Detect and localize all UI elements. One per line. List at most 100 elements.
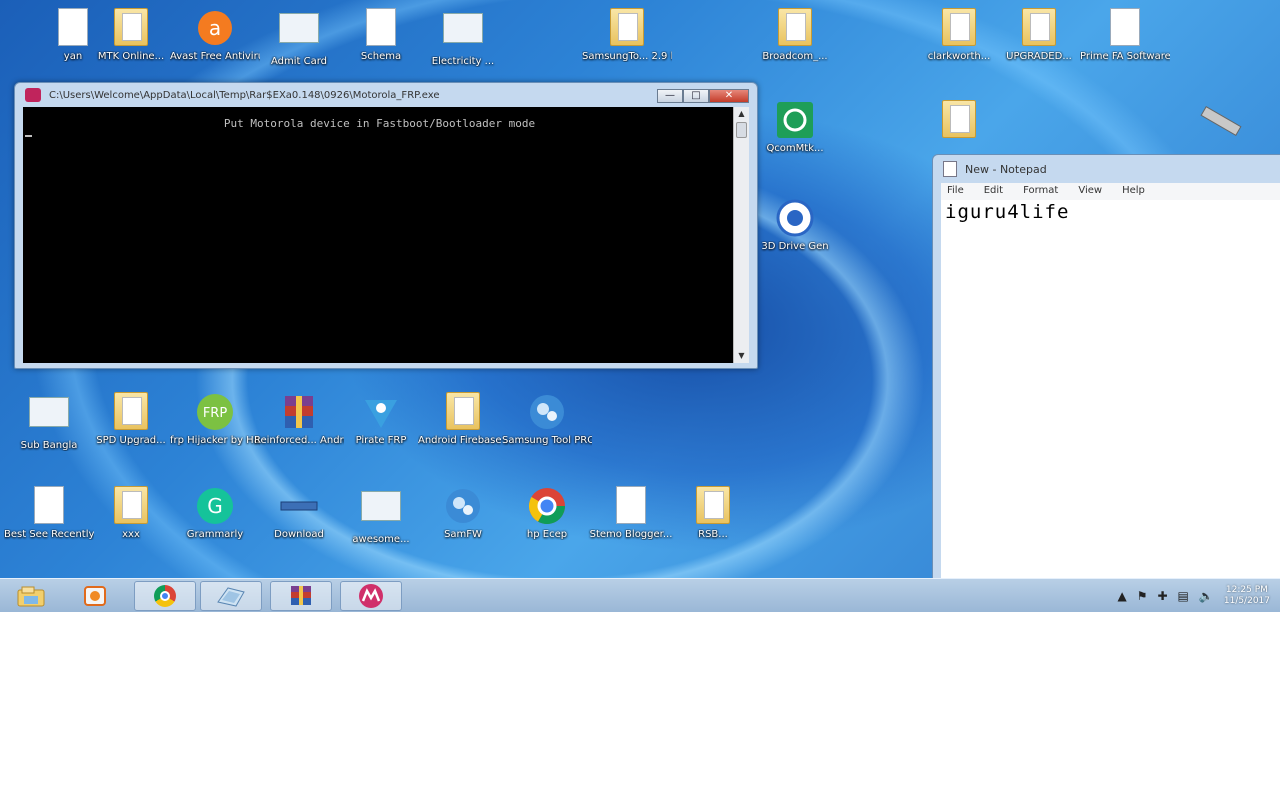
- notepad-titlebar[interactable]: New - Notepad: [933, 155, 1280, 183]
- motorola-app-icon: [25, 88, 41, 102]
- desktop-icon-label: SPD Upgrad...: [96, 435, 166, 446]
- desktop-icon-label: 3D Drive Gen: [761, 241, 829, 252]
- tray-security-icon[interactable]: ✚: [1157, 589, 1167, 603]
- desktop-icon-label: Admit Card: [270, 56, 328, 67]
- desktop-icon-label: clarkworth...: [927, 51, 991, 62]
- desktop-icon[interactable]: Electricity ...: [418, 8, 508, 67]
- desktop-icon[interactable]: Best See Recently: [4, 486, 94, 540]
- taskbar-media-player[interactable]: [64, 581, 126, 611]
- desktop-icon[interactable]: Pirate FRP: [336, 392, 426, 446]
- tray-volume-icon[interactable]: 🔈: [1199, 589, 1214, 603]
- taskbar-winrar[interactable]: [270, 581, 332, 611]
- desktop-icon-label: Avast Free Antivirus: [170, 51, 260, 62]
- taskbar-explorer[interactable]: [0, 581, 62, 611]
- taskbar-chrome[interactable]: [134, 581, 196, 611]
- desktop-icon[interactable]: Admit Card: [254, 8, 344, 67]
- svg-text:G: G: [207, 494, 223, 518]
- svg-text:FRP: FRP: [203, 406, 228, 421]
- minimize-button[interactable]: —: [657, 89, 683, 103]
- folder-icon: [775, 8, 815, 48]
- tool2-icon: [443, 486, 483, 526]
- desktop-icon-label: Android Firebase ...: [418, 435, 508, 446]
- menu-format[interactable]: Format: [1023, 185, 1058, 200]
- chrome-icon: [527, 486, 567, 526]
- system-tray: ▲ ⚑ ✚ ▤ 🔈 12:25 PM 11/5/2017: [1117, 579, 1270, 612]
- chrome-icon: [154, 585, 176, 607]
- tray-flag-icon[interactable]: ⚑: [1137, 589, 1148, 603]
- folder-icon: [443, 392, 483, 432]
- win-icon: [29, 397, 69, 437]
- desktop-icon[interactable]: hp Ecep: [502, 486, 592, 540]
- green-icon: [775, 100, 815, 140]
- file-icon: [361, 8, 401, 48]
- menu-view[interactable]: View: [1078, 185, 1102, 200]
- desktop-icon-label: Reinforced... Android...: [254, 435, 344, 446]
- desktop-icon-label: Grammarly: [186, 529, 244, 540]
- desktop-icon[interactable]: RSB...: [668, 486, 758, 540]
- avast-icon: a: [195, 8, 235, 48]
- taskbar-virtualbox[interactable]: [200, 581, 262, 611]
- console-scrollbar[interactable]: ▲ ▼: [733, 107, 749, 363]
- desktop-icon[interactable]: [914, 100, 1004, 143]
- desktop-icon[interactable]: Schema: [336, 8, 426, 62]
- desktop-icon[interactable]: UPGRADED...: [994, 8, 1084, 62]
- console-output[interactable]: Put Motorola device in Fastboot/Bootload…: [23, 107, 736, 363]
- folder-icon: [607, 8, 647, 48]
- file-icon: [29, 486, 69, 526]
- desktop-icon[interactable]: [1170, 100, 1260, 143]
- scroll-thumb[interactable]: [736, 122, 747, 138]
- desktop-icon[interactable]: Sub Bangla: [4, 392, 94, 451]
- winrar-icon: [291, 586, 311, 605]
- folder-icon: [111, 8, 151, 48]
- notepad-editor[interactable]: iguru4life: [941, 200, 1280, 583]
- tool2-icon: [527, 392, 567, 432]
- desktop-icon-label: Best See Recently: [4, 529, 94, 540]
- scroll-up-arrow-icon[interactable]: ▲: [734, 107, 749, 121]
- desktop-icon[interactable]: MTK Online...: [86, 8, 176, 62]
- desktop-icon[interactable]: QcomMtk...: [750, 100, 840, 154]
- desktop-icon[interactable]: Stemo Blogger...: [586, 486, 676, 540]
- desktop-icon-label: Prime FA Softwareapp...: [1080, 51, 1170, 62]
- close-button[interactable]: ✕: [709, 89, 749, 103]
- win-icon: [361, 491, 401, 531]
- notepad-icon: [943, 161, 957, 177]
- desktop-icon[interactable]: G Grammarly: [170, 486, 260, 540]
- desktop-icon[interactable]: Download: [254, 486, 344, 540]
- folder-explorer-icon: [17, 586, 45, 607]
- taskbar-motorola[interactable]: [340, 581, 402, 611]
- cmd-window[interactable]: C:\Users\Welcome\AppData\Local\Temp\Rar$…: [14, 82, 758, 369]
- menu-edit[interactable]: Edit: [984, 185, 1003, 200]
- desktop-icon[interactable]: awesome...: [336, 486, 426, 545]
- desktop-icon[interactable]: Android Firebase ...: [418, 392, 508, 446]
- desktop-icon[interactable]: Broadcom_...: [750, 8, 840, 62]
- desktop-icon[interactable]: FRP frp Hijacker by Hagard: [170, 392, 260, 446]
- desktop-icon-label: awesome...: [352, 534, 410, 545]
- tray-network-icon[interactable]: ▤: [1178, 589, 1189, 603]
- desktop-icon[interactable]: Prime FA Softwareapp...: [1080, 8, 1170, 62]
- file-icon: [1105, 8, 1145, 48]
- notepad-window[interactable]: New - Notepad File Edit Format View Help…: [932, 154, 1280, 584]
- desktop-icon[interactable]: SamsungTo... 2.9 by Ribb...: [582, 8, 672, 62]
- menu-help[interactable]: Help: [1122, 185, 1145, 200]
- desktop-icon[interactable]: SPD Upgrad...: [86, 392, 176, 446]
- cmd-titlebar[interactable]: C:\Users\Welcome\AppData\Local\Temp\Rar$…: [15, 83, 757, 107]
- notepad-menubar: File Edit Format View Help: [941, 183, 1280, 200]
- desktop-icon[interactable]: clarkworth...: [914, 8, 1004, 62]
- maximize-button[interactable]: □: [683, 89, 709, 103]
- shield-icon: [775, 198, 815, 238]
- desktop-icon[interactable]: xxx: [86, 486, 176, 540]
- winrar-icon: [279, 392, 319, 432]
- menu-file[interactable]: File: [947, 185, 964, 200]
- taskbar: ▲ ⚑ ✚ ▤ 🔈 12:25 PM 11/5/2017: [0, 578, 1280, 612]
- tray-clock[interactable]: 12:25 PM 11/5/2017: [1224, 585, 1270, 607]
- scroll-down-arrow-icon[interactable]: ▼: [734, 349, 749, 363]
- desktop-icon[interactable]: Reinforced... Android...: [254, 392, 344, 446]
- desktop-icon[interactable]: SamFW: [418, 486, 508, 540]
- desktop-icon-label: SamFW: [444, 529, 482, 540]
- tray-expand-icon[interactable]: ▲: [1117, 589, 1126, 603]
- desktop-icon[interactable]: 3D Drive Gen: [750, 198, 840, 252]
- svg-text:a: a: [209, 16, 221, 40]
- desktop-icon[interactable]: Samsung Tool PRO: [502, 392, 592, 446]
- desktop-icon-label: Stemo Blogger...: [589, 529, 673, 540]
- desktop-icon[interactable]: a Avast Free Antivirus: [170, 8, 260, 62]
